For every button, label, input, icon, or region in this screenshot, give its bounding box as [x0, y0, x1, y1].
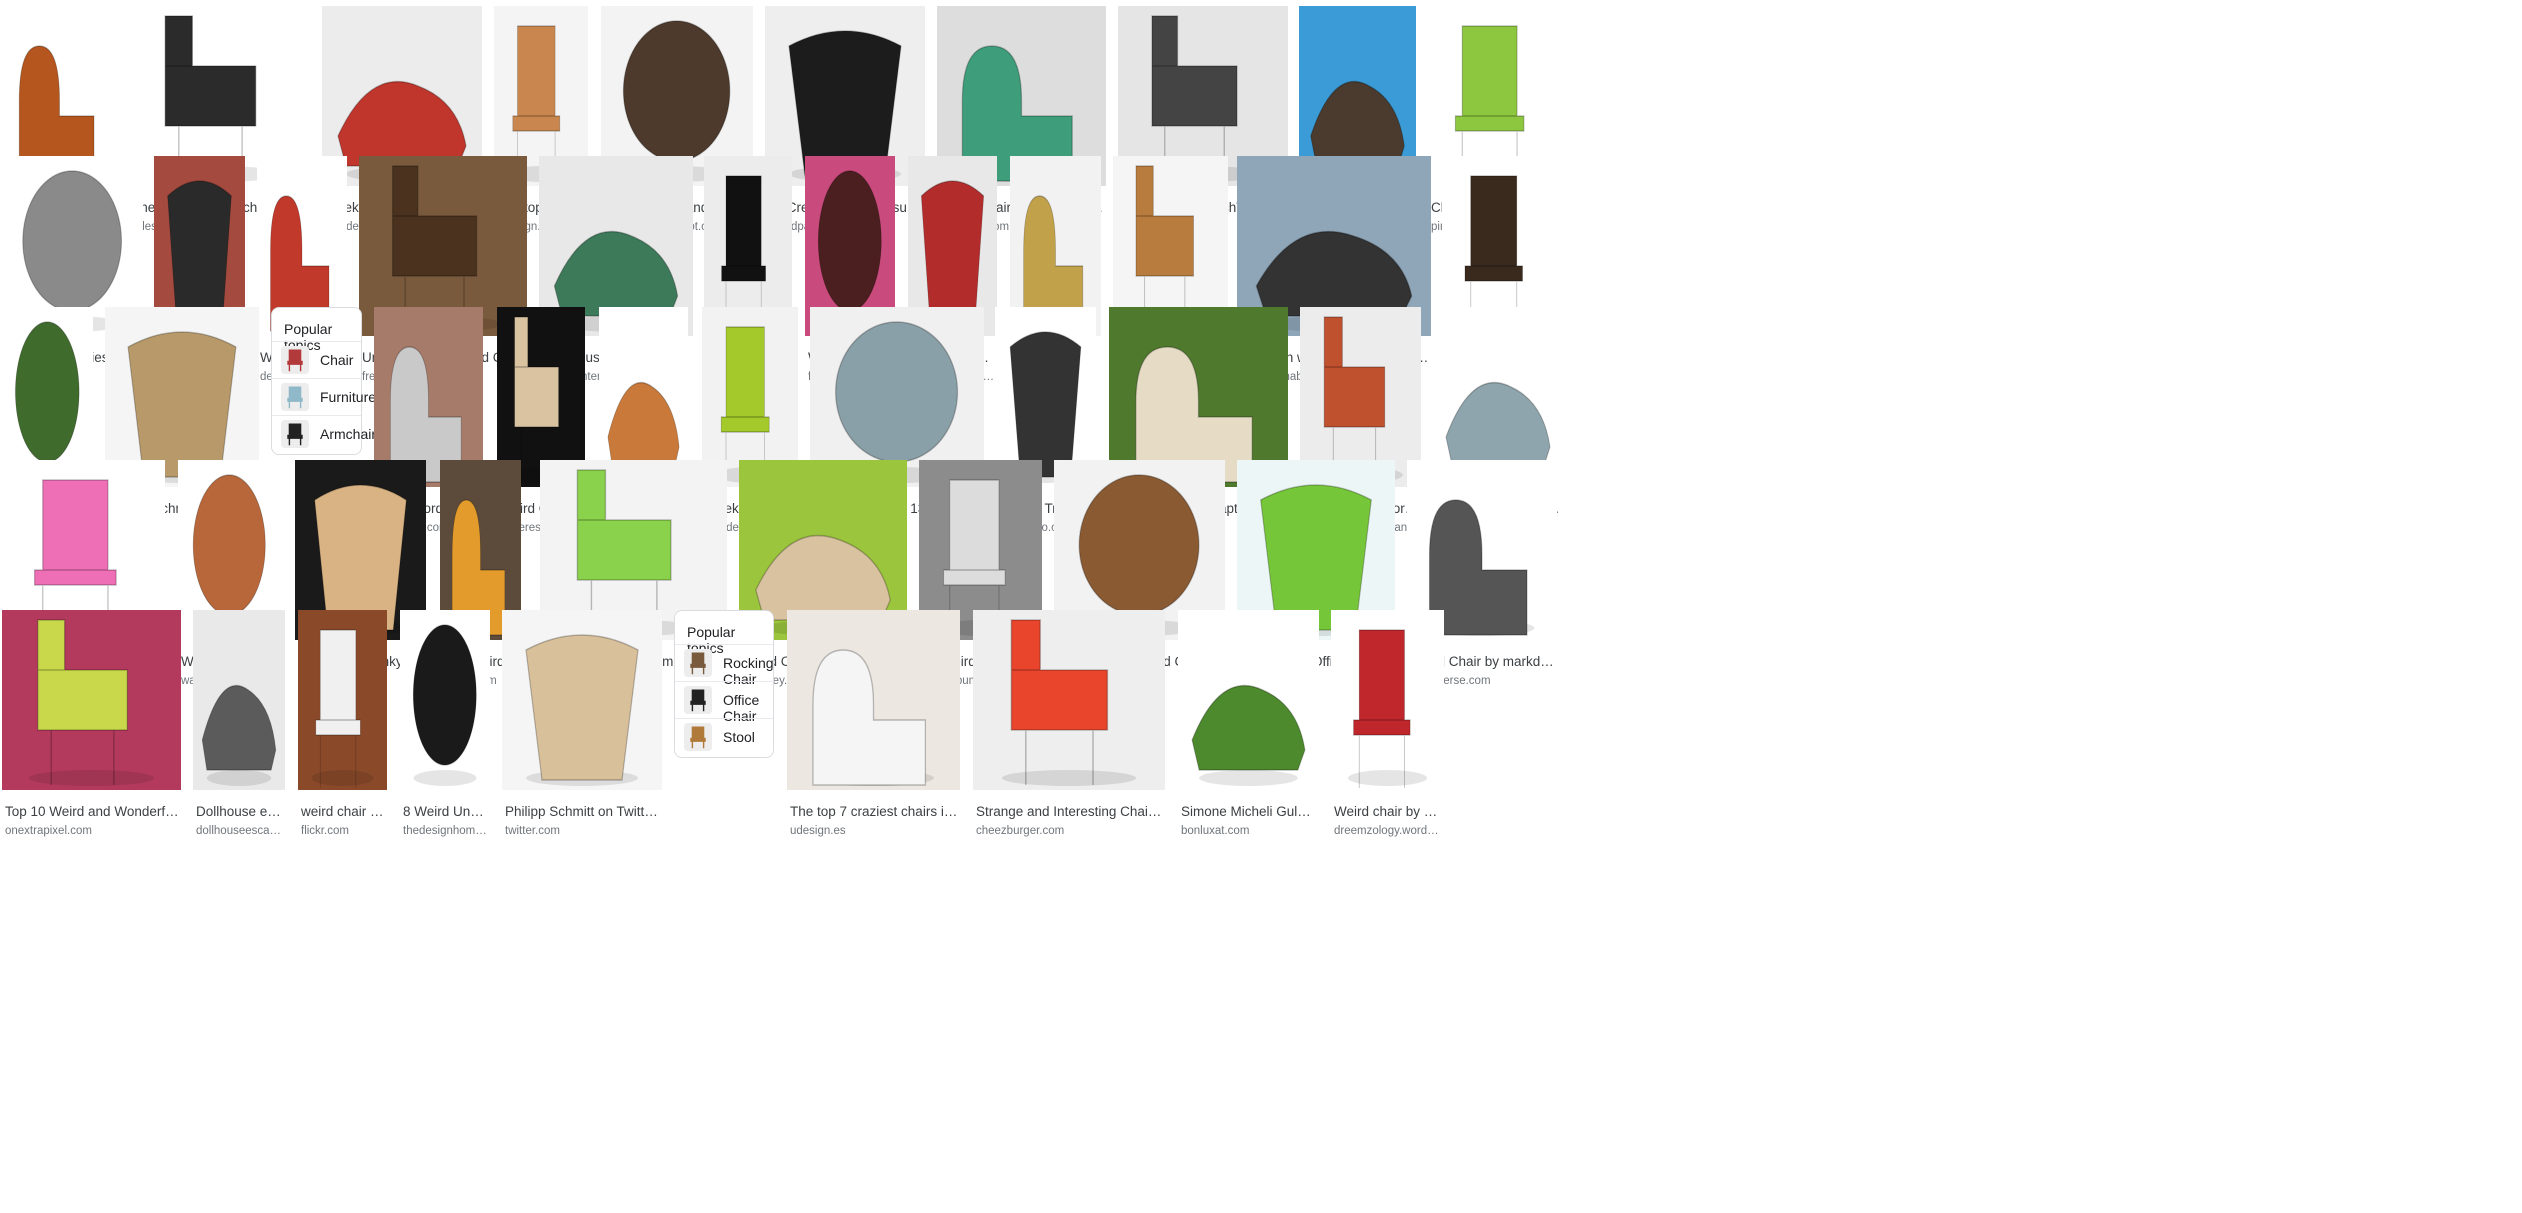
- armchair-topic-icon: [281, 420, 309, 448]
- office-chair-topic-icon: [684, 686, 712, 714]
- pompa-chair-icon: [1331, 610, 1444, 790]
- ergonomic-chair-icon: [2, 610, 181, 790]
- result-source[interactable]: thedesignhome.com: [403, 825, 488, 837]
- result-title[interactable]: 8 Weird Unusual Chairs: [403, 804, 488, 819]
- result-thumbnail[interactable]: [1178, 610, 1319, 790]
- topic-item-chair[interactable]: Chair: [272, 341, 361, 379]
- heel-chair-icon: [400, 610, 490, 790]
- topic-thumbnail: [281, 420, 309, 448]
- result-title[interactable]: Philipp Schmitt on Twitter: "NEW: The ..…: [505, 804, 660, 819]
- topic-label: Armchair: [320, 426, 377, 442]
- rocking-chair-topic-icon: [684, 649, 712, 677]
- dollhouse-chair-icon: [193, 610, 285, 790]
- chair-topic-icon: [281, 346, 309, 374]
- result-source[interactable]: udesign.es: [790, 825, 958, 837]
- result-title[interactable]: Strange and Interesting Chairs - FAIL ..…: [976, 804, 1163, 819]
- result-title[interactable]: Weird chair by David Pompa ...: [1334, 804, 1442, 819]
- topic-label: Chair: [320, 352, 354, 368]
- furniture-topic-icon: [281, 383, 309, 411]
- popular-topics-panel: Popular topics Chair Furniture Armchair: [271, 307, 376, 455]
- topic-item-rocking-chair[interactable]: Rocking Chair: [675, 644, 774, 687]
- topic-thumbnail: [684, 649, 712, 677]
- image-result-tile[interactable]: Philipp Schmitt on Twitter: "NEW: The ..…: [502, 610, 662, 845]
- result-title[interactable]: Top 10 Weird and Wonderful Chairs for ..…: [5, 804, 179, 819]
- topic-thumbnail: [684, 686, 712, 714]
- result-source[interactable]: bonluxat.com: [1181, 825, 1317, 837]
- topic-label: Furniture: [320, 389, 377, 405]
- topic-item-office-chair[interactable]: Office Chair: [675, 681, 773, 724]
- result-title[interactable]: Simone Micheli Gulp Armchair: [1181, 804, 1317, 819]
- image-results-grid: Very Cool and Weird Chairs | H... pinter…: [0, 0, 2522, 1213]
- topic-thumbnail: [281, 383, 309, 411]
- result-thumbnail[interactable]: [298, 610, 387, 790]
- result-source[interactable]: twitter.com: [505, 825, 660, 837]
- result-thumbnail[interactable]: [193, 610, 285, 790]
- stool-topic-icon: [684, 723, 712, 751]
- topic-item-armchair[interactable]: Armchair: [272, 415, 376, 453]
- inflatable-chair-icon: [973, 610, 1165, 790]
- image-result-tile[interactable]: The top 7 craziest chairs in the world .…: [787, 610, 960, 845]
- result-source[interactable]: flickr.com: [301, 825, 385, 837]
- throne-chair-icon: [298, 610, 387, 790]
- rug-chair-icon: [787, 610, 960, 790]
- result-title[interactable]: Dollhouse escapes: A w...: [196, 804, 283, 819]
- image-result-tile[interactable]: Simone Micheli Gulp Armchair bonluxat.co…: [1178, 610, 1319, 845]
- result-title[interactable]: weird chair at the Mt C...: [301, 804, 385, 819]
- image-result-tile[interactable]: Dollhouse escapes: A w... dollhouseescap…: [193, 610, 285, 845]
- image-result-tile[interactable]: 8 Weird Unusual Chairs thedesignhome.com: [400, 610, 490, 845]
- image-result-tile[interactable]: Top 10 Weird and Wonderful Chairs for ..…: [2, 610, 181, 845]
- image-result-tile[interactable]: weird chair at the Mt C... flickr.com: [298, 610, 387, 845]
- result-source[interactable]: dollhouseescapes.blogsp...: [196, 825, 283, 837]
- result-thumbnail[interactable]: [1331, 610, 1444, 790]
- gulp-armchair-icon: [1178, 610, 1319, 790]
- result-thumbnail[interactable]: [787, 610, 960, 790]
- topic-item-furniture[interactable]: Furniture: [272, 378, 376, 416]
- result-thumbnail[interactable]: [2, 610, 181, 790]
- result-source[interactable]: cheezburger.com: [976, 825, 1163, 837]
- result-thumbnail[interactable]: [502, 610, 662, 790]
- result-thumbnail[interactable]: [973, 610, 1165, 790]
- topic-item-stool[interactable]: Stool: [675, 718, 773, 756]
- result-thumbnail[interactable]: [400, 610, 490, 790]
- topic-thumbnail: [684, 723, 712, 751]
- result-source[interactable]: onextrapixel.com: [5, 825, 179, 837]
- twin-chair-icon: [502, 610, 662, 790]
- result-source[interactable]: dreemzology.wordpress.com: [1334, 825, 1442, 837]
- popular-topics-panel: Popular topics Rocking Chair Office Chai…: [674, 610, 774, 758]
- topic-label: Stool: [723, 729, 755, 745]
- result-title[interactable]: The top 7 craziest chairs in the world .…: [790, 804, 958, 819]
- image-result-tile[interactable]: Weird chair by David Pompa ... dreemzolo…: [1331, 610, 1444, 845]
- image-result-tile[interactable]: Strange and Interesting Chairs - FAIL ..…: [973, 610, 1165, 845]
- topic-thumbnail: [281, 346, 309, 374]
